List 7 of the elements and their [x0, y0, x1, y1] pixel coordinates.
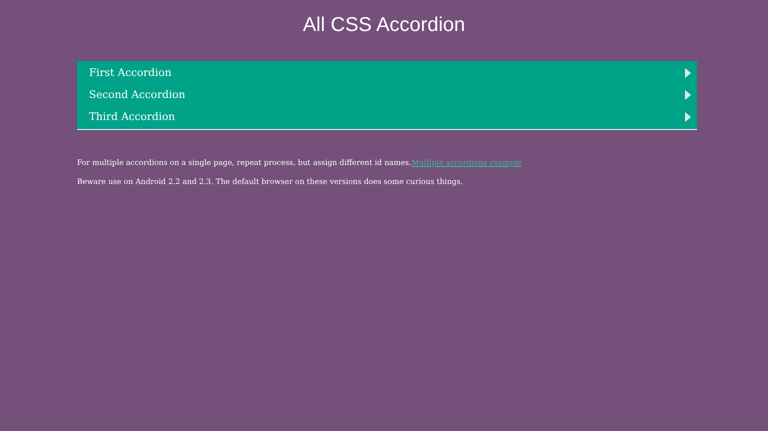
triangle-icon: [685, 68, 691, 78]
accordion-header[interactable]: First Accordion: [77, 62, 697, 84]
triangle-icon: [685, 90, 691, 100]
page-title: All CSS Accordion: [302, 13, 466, 37]
accordion-header[interactable]: Second Accordion: [77, 84, 697, 106]
triangle-icon: [685, 112, 691, 122]
accordion-header[interactable]: Third Accordion: [77, 106, 697, 128]
